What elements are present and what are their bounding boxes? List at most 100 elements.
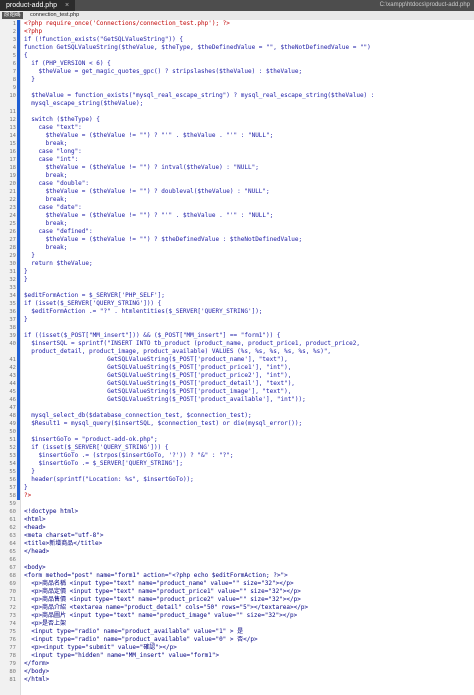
code-line[interactable]: 75 <input type="radio" name="product_ava…: [0, 628, 474, 636]
code-line[interactable]: 68 <form method="post" name="form1" actio…: [0, 572, 474, 580]
code-line[interactable]: 12 switch ($theType) {: [0, 116, 474, 124]
code-line[interactable]: mysql_escape_string($theValue);: [0, 100, 474, 108]
code-line[interactable]: 19 break;: [0, 172, 474, 180]
code-line[interactable]: 1 <?php require_once('Connections/connect…: [0, 20, 474, 28]
code-line[interactable]: 18 $theValue = ($theValue != "") ? intva…: [0, 164, 474, 172]
code-line[interactable]: 48 mysql_select_db($database_connection_…: [0, 412, 474, 420]
code-line[interactable]: 37}: [0, 316, 474, 324]
code-line[interactable]: 70 <p>商品定價 <input type="text" name="prod…: [0, 588, 474, 596]
code-line[interactable]: 9: [0, 84, 474, 92]
server-code-marker: [17, 324, 20, 332]
code-line[interactable]: 28 break;: [0, 244, 474, 252]
code-line[interactable]: 64 <title>新增商品</title>: [0, 540, 474, 548]
code-line[interactable]: 60 <!doctype html>: [0, 508, 474, 516]
line-number: 15: [9, 141, 16, 147]
code-line[interactable]: 76 <input type="radio" name="product_ava…: [0, 636, 474, 644]
code-line[interactable]: 22 break;: [0, 196, 474, 204]
code-line[interactable]: 15 break;: [0, 140, 474, 148]
code-line[interactable]: 50: [0, 428, 474, 436]
code-line[interactable]: 81 </html>: [0, 676, 474, 684]
code-line[interactable]: 6 if (PHP_VERSION < 6) {: [0, 60, 474, 68]
code-line[interactable]: 29 }: [0, 252, 474, 260]
code-line[interactable]: 72 <p>商品介紹 <textarea name="product_detai…: [0, 604, 474, 612]
code-line[interactable]: 52 if (isset($_SERVER['QUERY_STRING'])) …: [0, 444, 474, 452]
code-line[interactable]: 13 case "text":: [0, 124, 474, 132]
code-line[interactable]: 61 <html>: [0, 516, 474, 524]
code-line[interactable]: 40 $insertSQL = sprintf("INSERT INTO tb_…: [0, 340, 474, 348]
code-line[interactable]: 59: [0, 500, 474, 508]
code-text: <p>商品圖片 <input type="text" name="product…: [24, 612, 298, 619]
code-line[interactable]: 73 <p>商品圖片 <input type="text" name="prod…: [0, 612, 474, 620]
code-line[interactable]: 42 GetSQLValueString($_POST['product_pri…: [0, 364, 474, 372]
close-icon[interactable]: ×: [65, 2, 69, 9]
code-line[interactable]: 47: [0, 404, 474, 412]
code-line[interactable]: product_detail, product_image, product_a…: [0, 348, 474, 356]
related-file-link[interactable]: connection_test.php: [30, 11, 79, 20]
document-tab-bar: product-add.php × C:\xampp\htdocs\produc…: [0, 0, 474, 11]
code-line[interactable]: 31}: [0, 268, 474, 276]
code-line[interactable]: 21 $theValue = ($theValue != "") ? doubl…: [0, 188, 474, 196]
code-line[interactable]: 20 case "double":: [0, 180, 474, 188]
code-line[interactable]: 34 $editFormAction = $_SERVER['PHP_SELF']…: [0, 292, 474, 300]
code-line[interactable]: 36 $editFormAction .= "?" . htmlentities…: [0, 308, 474, 316]
code-line[interactable]: 11: [0, 108, 474, 116]
code-line[interactable]: 30 return $theValue;: [0, 260, 474, 268]
code-line[interactable]: 43 GetSQLValueString($_POST['product_pri…: [0, 372, 474, 380]
code-line[interactable]: 33: [0, 284, 474, 292]
code-line[interactable]: 63 <meta charset="utf-8">: [0, 532, 474, 540]
code-line[interactable]: 17 case "int":: [0, 156, 474, 164]
code-line[interactable]: 65 </head>: [0, 548, 474, 556]
code-line[interactable]: 35 if (isset($_SERVER['QUERY_STRING'])) {: [0, 300, 474, 308]
line-number: 11: [9, 109, 16, 115]
code-line[interactable]: 49 $Result1 = mysql_query($insertSQL, $c…: [0, 420, 474, 428]
code-line[interactable]: 53 $insertGoTo .= (strpos($insertGoTo, '…: [0, 452, 474, 460]
code-line[interactable]: 78 <input type="hidden" name="MM_insert"…: [0, 652, 474, 660]
code-line[interactable]: 45 GetSQLValueString($_POST['product_ima…: [0, 388, 474, 396]
code-line[interactable]: 79 </form>: [0, 660, 474, 668]
line-number: 78: [9, 653, 16, 659]
source-code-button[interactable]: 原始碼: [2, 12, 23, 19]
code-line[interactable]: 23 case "date":: [0, 204, 474, 212]
code-line[interactable]: 5{: [0, 52, 474, 60]
code-line[interactable]: 69 <p>商品名稱 <input type="text" name="prod…: [0, 580, 474, 588]
code-line[interactable]: 57}: [0, 484, 474, 492]
code-editor[interactable]: 1 <?php require_once('Connections/connect…: [0, 20, 474, 695]
code-line[interactable]: 46 GetSQLValueString($_POST['product_ava…: [0, 396, 474, 404]
code-line[interactable]: 16 case "long":: [0, 148, 474, 156]
line-number: 20: [9, 181, 16, 187]
code-line[interactable]: 66: [0, 556, 474, 564]
code-line[interactable]: 74 <p>是否上架: [0, 620, 474, 628]
code-text: GetSQLValueString($_POST['product_image'…: [24, 388, 292, 395]
code-line[interactable]: 10 $theValue = function_exists("mysql_re…: [0, 92, 474, 100]
code-line[interactable]: 62 <head>: [0, 524, 474, 532]
code-line[interactable]: 41 GetSQLValueString($_POST['product_nam…: [0, 356, 474, 364]
code-line[interactable]: 8 }: [0, 76, 474, 84]
code-line[interactable]: 2 <?php: [0, 28, 474, 36]
code-line[interactable]: 56 header(sprintf("Location: %s", $inser…: [0, 476, 474, 484]
server-code-marker: [17, 260, 20, 268]
code-line[interactable]: 54 $insertGoTo .= $_SERVER['QUERY_STRING…: [0, 460, 474, 468]
server-code-marker: [17, 396, 20, 404]
code-line[interactable]: 26 case "defined":: [0, 228, 474, 236]
code-line[interactable]: 77 <p><input type="submit" value="確認"></…: [0, 644, 474, 652]
file-tab[interactable]: product-add.php ×: [0, 0, 76, 11]
code-line[interactable]: 71 <p>商品售價 <input type="text" name="prod…: [0, 596, 474, 604]
code-line[interactable]: 38: [0, 324, 474, 332]
code-line[interactable]: 24 $theValue = ($theValue != "") ? "'" .…: [0, 212, 474, 220]
code-line[interactable]: 51 $insertGoTo = "product-add-ok.php";: [0, 436, 474, 444]
code-line[interactable]: 7 $theValue = get_magic_quotes_gpc() ? s…: [0, 68, 474, 76]
line-number: 51: [9, 437, 16, 443]
code-line[interactable]: 58 ?>: [0, 492, 474, 500]
code-line[interactable]: 14 $theValue = ($theValue != "") ? "'" .…: [0, 132, 474, 140]
code-line[interactable]: 32}: [0, 276, 474, 284]
code-line[interactable]: 39 if ((isset($_POST["MM_insert"])) && ($…: [0, 332, 474, 340]
code-line[interactable]: 4 function GetSQLValueString($theValue, $…: [0, 44, 474, 52]
code-line[interactable]: 67 <body>: [0, 564, 474, 572]
code-line[interactable]: 44 GetSQLValueString($_POST['product_det…: [0, 380, 474, 388]
code-line[interactable]: 27 $theValue = ($theValue != "") ? $theD…: [0, 236, 474, 244]
code-line[interactable]: 3 if (!function_exists("GetSQLValueString…: [0, 36, 474, 44]
code-line[interactable]: 55 }: [0, 468, 474, 476]
code-text: }: [24, 484, 28, 491]
code-line[interactable]: 25 break;: [0, 220, 474, 228]
code-line[interactable]: 80 </body>: [0, 668, 474, 676]
